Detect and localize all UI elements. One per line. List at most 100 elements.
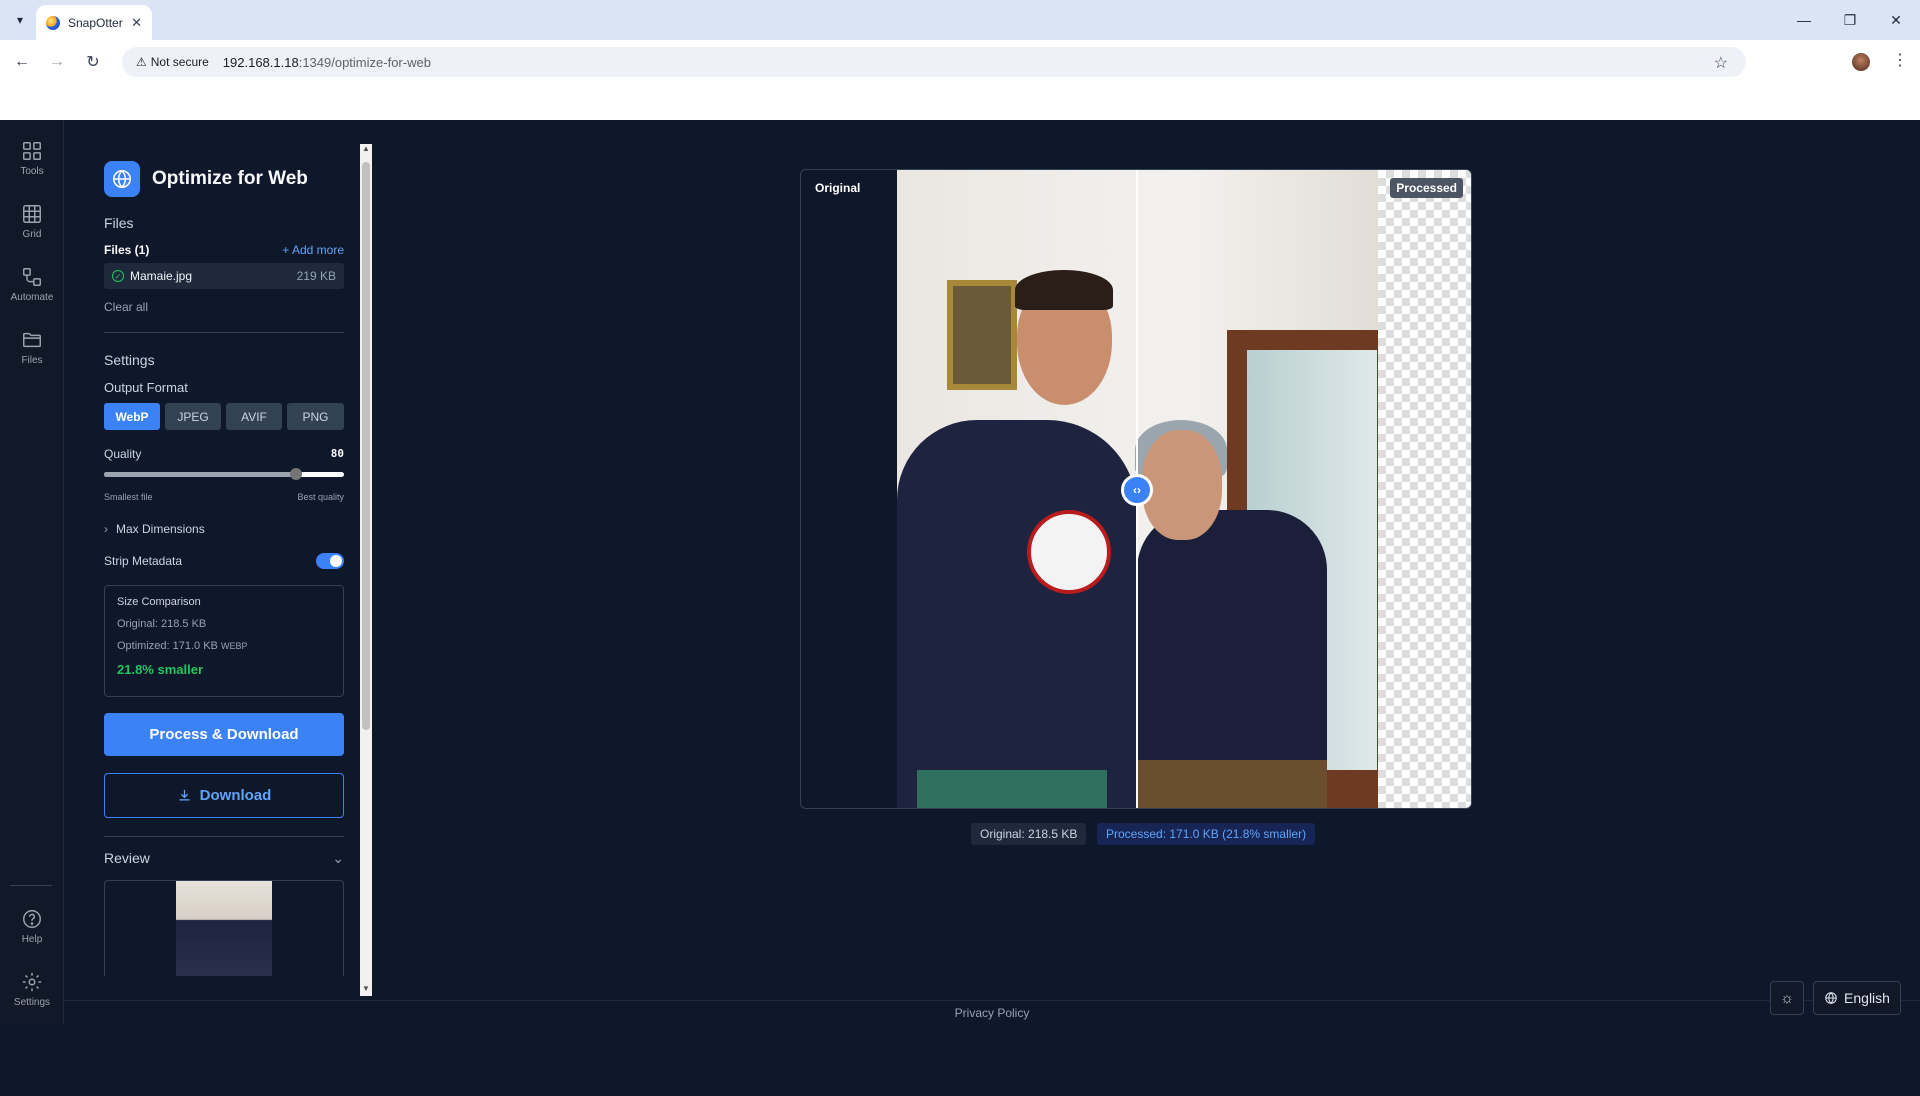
forward-icon[interactable]: → bbox=[43, 48, 71, 76]
browser-tab-strip: ▾ SnapOtter ✕ — ❐ ✕ bbox=[0, 0, 1920, 40]
panel-title: Optimize for Web bbox=[152, 168, 308, 189]
processed-size-badge: Processed: 171.0 KB (21.8% smaller) bbox=[1097, 823, 1316, 845]
automate-icon bbox=[23, 267, 41, 286]
address-bar[interactable]: ⚠ Not secure 192.168.1.18:1349/optimize-… bbox=[122, 47, 1746, 77]
files-heading: Files bbox=[104, 215, 134, 231]
size-comparison-title: Size Comparison bbox=[117, 596, 201, 608]
browser-toolbar: ← → ↻ ⚠ Not secure 192.168.1.18:1349/opt… bbox=[0, 40, 1920, 83]
favicon-icon bbox=[46, 15, 60, 30]
files-row: Files (1) + Add more bbox=[104, 243, 344, 257]
image-compare-viewer[interactable]: ‹› Original Processed bbox=[800, 169, 1472, 809]
photo-pants bbox=[917, 770, 1107, 808]
process-download-button[interactable]: Process & Download bbox=[104, 713, 344, 756]
settings-heading: Settings bbox=[104, 352, 155, 368]
globe-icon bbox=[104, 161, 140, 197]
max-dimensions-toggle[interactable]: › Max Dimensions bbox=[104, 522, 205, 536]
rail-label-grid: Grid bbox=[22, 228, 42, 240]
files-count: Files (1) bbox=[104, 243, 150, 257]
browser-menu-icon[interactable]: ⋮ bbox=[1892, 50, 1908, 70]
strip-metadata-row: Strip Metadata bbox=[104, 553, 344, 569]
language-button[interactable]: English bbox=[1813, 981, 1901, 1015]
browser-tab[interactable]: SnapOtter ✕ bbox=[36, 5, 152, 40]
back-icon[interactable]: ← bbox=[8, 48, 36, 76]
download-button[interactable]: Download bbox=[104, 773, 344, 818]
quality-label: Quality bbox=[104, 447, 142, 461]
rail-label-settings: Settings bbox=[13, 996, 51, 1008]
gear-icon bbox=[22, 972, 42, 991]
rail-item-settings[interactable]: Settings bbox=[0, 961, 64, 1017]
clear-all-link[interactable]: Clear all bbox=[104, 300, 148, 314]
photo-tee-logo bbox=[1027, 510, 1111, 594]
section-divider-2 bbox=[104, 836, 344, 837]
close-tab-icon[interactable]: ✕ bbox=[131, 15, 142, 31]
original-label: Original bbox=[809, 178, 867, 198]
photo-woman-head bbox=[1142, 430, 1222, 540]
rail-label-automate: Automate bbox=[10, 291, 54, 303]
rail-item-files[interactable]: Files bbox=[0, 319, 64, 375]
file-name: Mamaie.jpg bbox=[130, 269, 193, 283]
sun-icon: ☼ bbox=[1780, 989, 1794, 1007]
reload-icon[interactable]: ↻ bbox=[79, 48, 107, 76]
quality-slider[interactable] bbox=[104, 468, 344, 480]
format-avif-button[interactable]: AVIF bbox=[226, 403, 282, 430]
quality-max-hint: Best quality bbox=[297, 492, 344, 502]
quality-value: 80 bbox=[330, 447, 344, 460]
format-webp-button[interactable]: WebP bbox=[104, 403, 160, 430]
slider-fill bbox=[104, 472, 296, 477]
size-original: Original: 218.5 KB bbox=[117, 618, 207, 630]
rail-label-files: Files bbox=[21, 354, 43, 366]
photo-man-body bbox=[897, 420, 1137, 808]
chevron-right-icon: › bbox=[104, 522, 108, 536]
security-chip[interactable]: ⚠ Not secure bbox=[130, 51, 215, 73]
globe-small-icon bbox=[1825, 991, 1837, 1005]
add-more-link[interactable]: + Add more bbox=[282, 243, 344, 257]
profile-avatar[interactable] bbox=[1852, 53, 1870, 71]
scroll-up-icon[interactable]: ▲ bbox=[362, 144, 370, 153]
minimize-icon[interactable]: — bbox=[1784, 8, 1824, 32]
tab-search-icon[interactable]: ▾ bbox=[8, 8, 32, 32]
panel-scrollbar[interactable]: ▲ ▼ bbox=[360, 144, 372, 1096]
check-circle-icon: ✓ bbox=[112, 270, 124, 282]
format-png-button[interactable]: PNG bbox=[287, 403, 344, 430]
page-top-band bbox=[0, 83, 1920, 120]
photo-man-hair bbox=[1015, 270, 1113, 310]
warning-icon: ⚠ bbox=[136, 55, 147, 69]
url-host: 192.168.1.18 bbox=[222, 54, 299, 70]
format-jpeg-button[interactable]: JPEG bbox=[165, 403, 221, 430]
file-size: 219 KB bbox=[296, 269, 336, 283]
grid-icon bbox=[23, 204, 41, 223]
processed-label: Processed bbox=[1390, 178, 1463, 198]
tools-grid-icon bbox=[23, 141, 41, 160]
strip-metadata-label: Strip Metadata bbox=[104, 554, 183, 568]
bookmark-star-icon[interactable]: ☆ bbox=[1714, 53, 1728, 73]
rail-item-grid[interactable]: Grid bbox=[0, 193, 64, 249]
rail-item-tools[interactable]: Tools bbox=[0, 130, 64, 186]
tab-title: SnapOtter bbox=[68, 15, 123, 30]
review-header[interactable]: Review ⌄ bbox=[104, 850, 344, 867]
rail-item-automate[interactable]: Automate bbox=[0, 256, 64, 312]
scroll-down-icon[interactable]: ▼ bbox=[362, 984, 370, 993]
strip-metadata-toggle[interactable] bbox=[316, 553, 344, 569]
file-item[interactable]: ✓ Mamaie.jpg 219 KB bbox=[104, 263, 344, 289]
quality-hints: Smallest file Best quality bbox=[104, 492, 344, 502]
photo-skirt bbox=[1137, 760, 1327, 808]
review-thumbnail[interactable] bbox=[176, 881, 272, 976]
slider-thumb[interactable] bbox=[290, 468, 302, 480]
size-comparison-card: Size Comparison Original: 218.5 KB Optim… bbox=[104, 585, 344, 697]
panel-header: Optimize for Web bbox=[104, 161, 308, 197]
privacy-policy-link[interactable]: Privacy Policy bbox=[955, 1006, 1030, 1020]
size-optimized-format: WEBP bbox=[220, 641, 248, 651]
rail-label-help: Help bbox=[21, 933, 43, 945]
theme-toggle-button[interactable]: ☼ bbox=[1770, 981, 1804, 1015]
url-text: 192.168.1.18:1349/optimize-for-web bbox=[223, 55, 431, 70]
scrollbar-thumb[interactable] bbox=[362, 162, 370, 730]
rail-item-help[interactable]: Help bbox=[0, 898, 64, 954]
icon-rail: Tools Grid Automate Files Help Settings bbox=[0, 120, 64, 1025]
restore-icon[interactable]: ❐ bbox=[1830, 8, 1870, 32]
split-handle-icon[interactable]: ‹› bbox=[1121, 474, 1153, 506]
download-icon bbox=[179, 789, 190, 801]
close-window-icon[interactable]: ✕ bbox=[1876, 8, 1916, 32]
size-optimized: Optimized: 171.0 KB bbox=[117, 640, 218, 652]
output-format-label: Output Format bbox=[104, 380, 188, 395]
language-label: English bbox=[1844, 990, 1890, 1006]
